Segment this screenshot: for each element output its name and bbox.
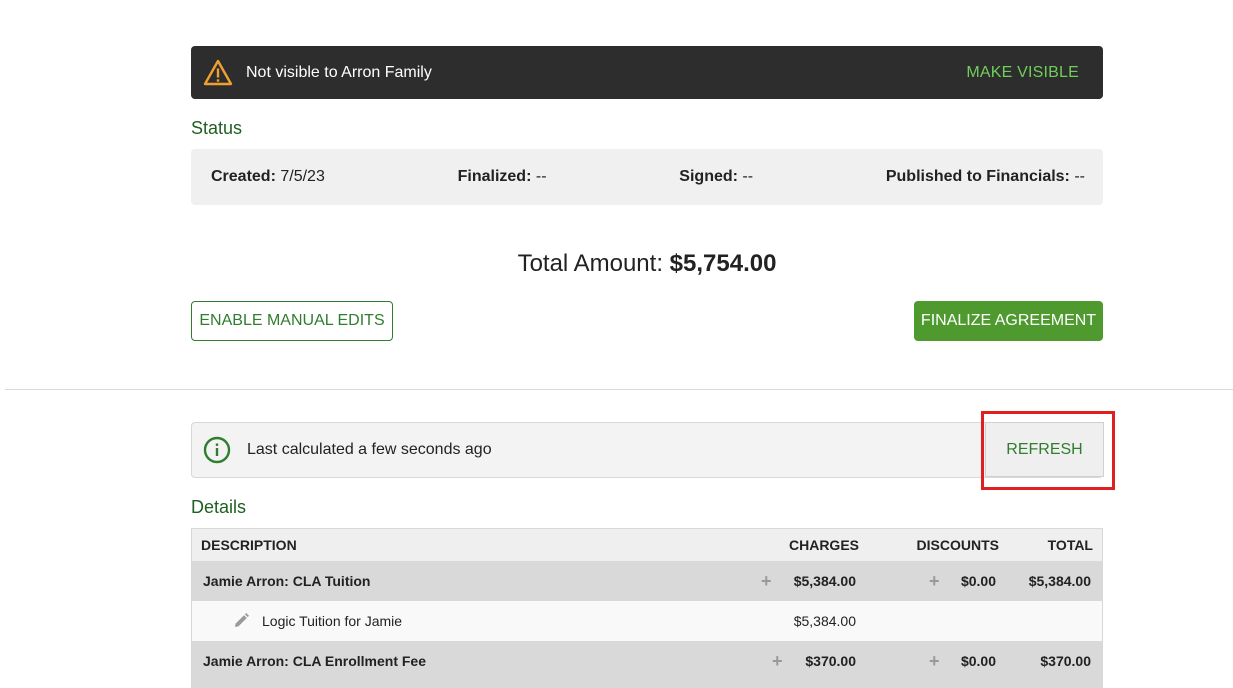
refresh-button[interactable]: REFRESH xyxy=(985,422,1104,477)
column-description: DESCRIPTION xyxy=(201,537,297,553)
finalized-label: Finalized: xyxy=(457,168,532,185)
finalize-agreement-button[interactable]: FINALIZE AGREEMENT xyxy=(914,301,1103,341)
total-amount: Total Amount: $5,754.00 xyxy=(0,250,1233,278)
add-discount-icon[interactable]: + xyxy=(929,641,940,681)
published-status: Published to Financials: -- xyxy=(886,168,1085,186)
signed-label: Signed: xyxy=(679,168,738,185)
details-table: DESCRIPTION CHARGES DISCOUNTS TOTAL Jami… xyxy=(191,528,1103,688)
warning-icon xyxy=(203,58,233,88)
table-row-partial xyxy=(192,681,1102,688)
row-total: $370.00 xyxy=(1040,653,1091,669)
banner-text: Not visible to Arron Family xyxy=(246,63,432,81)
add-discount-icon[interactable]: + xyxy=(929,561,940,601)
row-description: Jamie Arron: CLA Enrollment Fee xyxy=(203,653,427,669)
row-total: $5,384.00 xyxy=(1028,573,1091,589)
column-total: TOTAL xyxy=(1047,537,1093,553)
signed-status: Signed: -- xyxy=(679,168,753,186)
row-discounts: $0.00 xyxy=(960,653,996,669)
table-row: Jamie Arron: CLA Enrollment Fee + $370.0… xyxy=(192,641,1102,681)
published-label: Published to Financials: xyxy=(885,168,1070,185)
row-description: Jamie Arron: CLA Tuition xyxy=(203,573,371,589)
column-discounts: DISCOUNTS xyxy=(916,537,999,553)
make-visible-button[interactable]: MAKE VISIBLE xyxy=(966,64,1079,82)
status-heading: Status xyxy=(191,118,243,138)
created-label: Created: xyxy=(211,168,276,185)
item-charges: $5,384.00 xyxy=(793,613,856,629)
section-divider xyxy=(5,389,1233,390)
add-charge-icon[interactable]: + xyxy=(772,641,783,681)
enable-manual-edits-button[interactable]: ENABLE MANUAL EDITS xyxy=(191,301,393,341)
created-value: 7/5/23 xyxy=(280,168,325,185)
details-heading: Details xyxy=(191,497,247,517)
row-charges: $5,384.00 xyxy=(793,573,856,589)
status-box: Created: 7/5/23 Finalized: -- Signed: --… xyxy=(191,149,1103,205)
finalized-value: -- xyxy=(535,168,547,185)
signed-value: -- xyxy=(742,168,754,185)
column-charges: CHARGES xyxy=(788,537,859,553)
calculation-notice: Last calculated a few seconds ago xyxy=(191,422,1103,478)
pencil-icon[interactable] xyxy=(232,601,250,641)
item-description: Logic Tuition for Jamie xyxy=(262,613,403,629)
total-label: Total Amount: xyxy=(517,250,663,277)
table-row: Logic Tuition for Jamie $5,384.00 xyxy=(192,601,1102,641)
table-row: Jamie Arron: CLA Tuition + $5,384.00 + $… xyxy=(192,561,1102,601)
row-discounts: $0.00 xyxy=(960,573,996,589)
table-header-row: DESCRIPTION CHARGES DISCOUNTS TOTAL xyxy=(192,529,1102,561)
row-charges: $370.00 xyxy=(805,653,856,669)
finalized-status: Finalized: -- xyxy=(458,168,547,186)
published-value: -- xyxy=(1074,168,1085,185)
add-charge-icon[interactable]: + xyxy=(761,561,772,601)
total-value: $5,754.00 xyxy=(669,250,777,277)
info-icon xyxy=(203,436,231,464)
last-calculated-text: Last calculated a few seconds ago xyxy=(247,441,492,458)
created-status: Created: 7/5/23 xyxy=(211,168,325,186)
visibility-banner: Not visible to Arron Family MAKE VISIBLE xyxy=(191,46,1103,99)
